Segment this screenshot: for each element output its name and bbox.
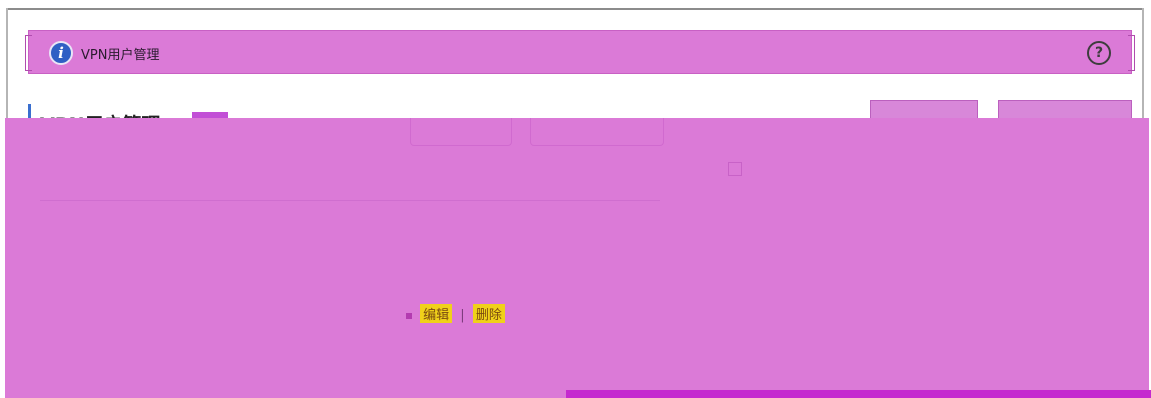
header-left-bracket: [25, 35, 32, 71]
header-right-bracket: [1128, 35, 1135, 71]
help-icon[interactable]: ?: [1087, 41, 1111, 65]
bottom-highlight-bar: [566, 390, 1151, 398]
header-title: VPN用户管理: [81, 48, 160, 63]
row-marker: [406, 312, 412, 319]
info-icon: i: [49, 41, 73, 65]
edit-link[interactable]: 编辑: [420, 304, 453, 323]
content-overlay: [5, 118, 1149, 398]
delete-link[interactable]: 删除: [472, 304, 505, 323]
window-frame-top: [6, 8, 1144, 10]
action-separator: |: [460, 308, 465, 323]
toolbar-button-2[interactable]: [530, 118, 664, 146]
toolbar-button-1[interactable]: [410, 118, 512, 146]
option-checkbox[interactable]: [728, 162, 742, 176]
page-header: i VPN用户管理 ?: [25, 30, 1135, 74]
table-divider: [40, 200, 660, 201]
row-actions: 编辑 | 删除: [406, 304, 505, 323]
